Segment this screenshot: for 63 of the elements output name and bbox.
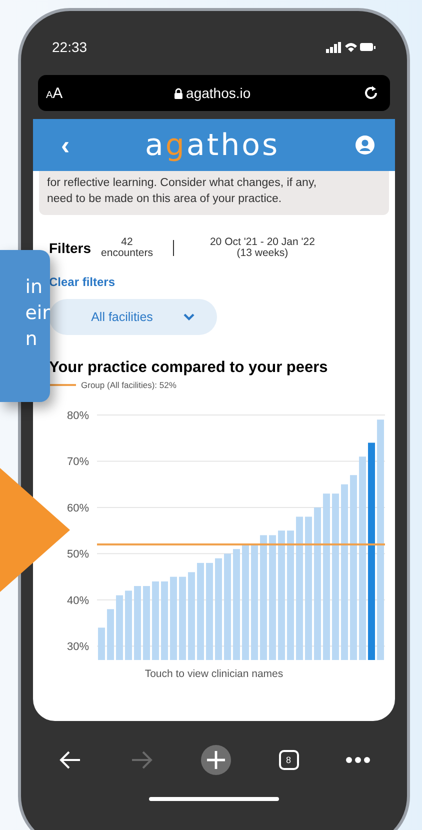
bar[interactable]: [251, 544, 258, 660]
y-axis-label: 80%: [66, 410, 89, 422]
bar[interactable]: [278, 530, 285, 660]
y-axis-label: 30%: [66, 641, 89, 654]
bar[interactable]: [368, 442, 375, 660]
bar[interactable]: [179, 576, 186, 660]
bar[interactable]: [107, 609, 114, 660]
bar[interactable]: [197, 562, 204, 660]
bar[interactable]: [377, 420, 384, 660]
chart-hint: Touch to view clinician names: [144, 668, 284, 680]
bar[interactable]: [125, 590, 132, 660]
lock-icon: [174, 88, 184, 98]
date-range: 20 Oct '21 - 20 Jan '22 (13 weeks): [210, 237, 315, 259]
bar[interactable]: [323, 494, 330, 660]
bar[interactable]: [314, 507, 321, 660]
bar[interactable]: [242, 544, 249, 660]
address-bar[interactable]: AA agathos.io: [38, 75, 390, 111]
status-time: 22:33: [52, 39, 88, 55]
legend-line-icon: [48, 383, 76, 387]
bar[interactable]: [332, 494, 339, 660]
y-axis-label: 60%: [66, 502, 89, 514]
bar[interactable]: [116, 595, 123, 660]
bar[interactable]: [161, 581, 168, 660]
chevron-down-icon: [182, 313, 195, 321]
filters-title: Filters: [49, 240, 92, 256]
status-icons: [326, 41, 376, 53]
clear-filters-link[interactable]: Clear filters: [49, 275, 116, 289]
more-icon[interactable]: [346, 757, 370, 763]
bar[interactable]: [134, 586, 141, 660]
bar[interactable]: [287, 530, 294, 660]
y-axis-label: 70%: [66, 456, 89, 468]
bar[interactable]: [170, 576, 177, 660]
facility-dropdown[interactable]: All facilities: [49, 299, 217, 335]
chart-title: Your practice compared to your peers: [49, 359, 329, 377]
text-size-button[interactable]: AA: [46, 84, 63, 102]
bar[interactable]: [188, 572, 195, 660]
bar[interactable]: [341, 484, 348, 660]
back-button[interactable]: ‹: [61, 132, 70, 158]
bar[interactable]: [98, 628, 105, 660]
bar[interactable]: [152, 581, 159, 660]
bar[interactable]: [296, 516, 303, 660]
bar[interactable]: [269, 535, 276, 660]
bar[interactable]: [206, 562, 213, 660]
bar[interactable]: [305, 516, 312, 660]
tab-count-button[interactable]: 8: [278, 750, 298, 770]
bar[interactable]: [350, 475, 357, 660]
bar[interactable]: [359, 456, 366, 660]
user-icon[interactable]: [354, 135, 375, 155]
callout-text: in eir n: [25, 275, 50, 352]
y-axis-label: 40%: [66, 594, 89, 607]
app-logo: agathos: [145, 128, 280, 162]
bar[interactable]: [215, 558, 222, 660]
url-text: agathos.io: [174, 85, 251, 101]
encounter-count: 42 encounters: [101, 237, 153, 259]
bar[interactable]: [260, 535, 267, 660]
y-axis-label: 50%: [66, 548, 89, 561]
legend-label: Group (All facilities): 52%: [81, 380, 176, 390]
back-arrow-icon[interactable]: [58, 750, 82, 770]
bar[interactable]: [233, 549, 240, 660]
bar[interactable]: [143, 586, 150, 660]
new-tab-icon[interactable]: [201, 745, 231, 775]
notice-text: for reflective learning. Consider what changes, if any, need to be made on this area of your practice.: [47, 176, 318, 207]
bar[interactable]: [224, 554, 231, 660]
